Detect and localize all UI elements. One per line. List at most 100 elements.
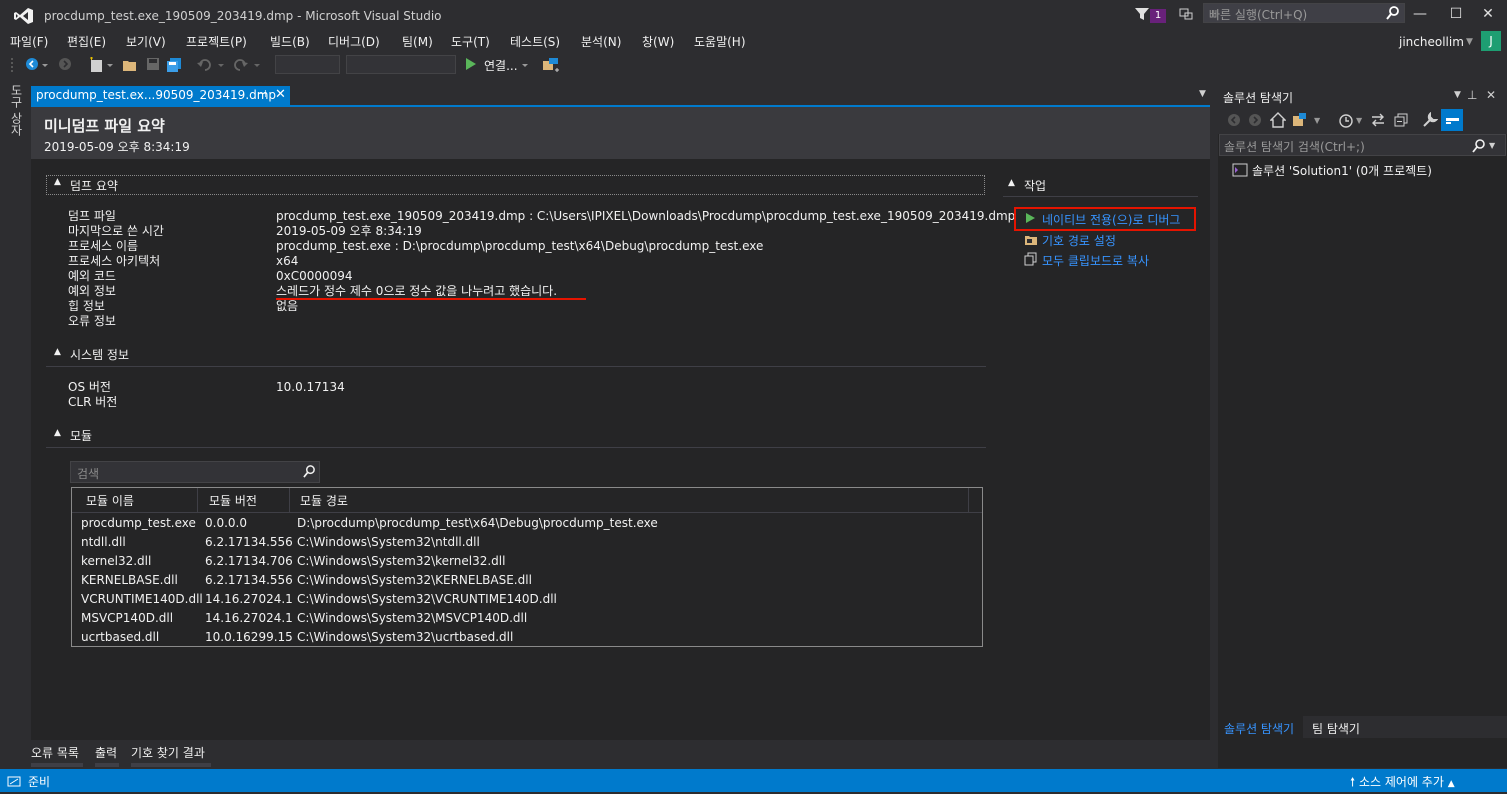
forward-icon[interactable] [1248, 113, 1262, 127]
avatar[interactable]: J [1481, 31, 1501, 51]
tab-team-explorer[interactable]: 팀 탐색기 [1312, 720, 1360, 737]
set-symbol-paths-link[interactable]: 기호 경로 설정 [1042, 232, 1116, 249]
save-all-icon[interactable] [166, 57, 182, 73]
undo-icon[interactable] [197, 57, 213, 71]
document-tab[interactable]: procdump_test.ex...90509_203419.dmp ⊣ ✕ [31, 86, 290, 106]
user-name[interactable]: jincheollim [1399, 35, 1464, 49]
attach-button[interactable]: 연결... [484, 57, 518, 74]
solution-explorer-search-input[interactable]: 솔루션 탐색기 검색(Ctrl+;) [1219, 134, 1506, 156]
folder-symbol-icon[interactable] [1024, 233, 1039, 247]
redo-dropdown-icon[interactable] [254, 57, 260, 71]
collapse-all-icon[interactable] [1393, 112, 1409, 128]
module-path-cell[interactable]: C:\Windows\System32\ucrtbased.dll [297, 630, 513, 644]
close-icon[interactable]: ✕ [275, 87, 286, 102]
dump-summary-header-focus[interactable] [46, 175, 985, 195]
properties-icon[interactable] [1422, 112, 1438, 128]
module-version-cell[interactable]: 14.16.27024.1 [205, 592, 293, 606]
menu-file[interactable]: 파일(F) [10, 33, 48, 50]
copy-icon[interactable] [1024, 252, 1038, 266]
solution-platform-select[interactable] [346, 55, 456, 74]
column-header-module-name[interactable]: 모듈 이름 [86, 492, 134, 509]
column-header-module-path[interactable]: 모듈 경로 [300, 492, 348, 509]
pin-icon[interactable]: ⊥ [1467, 88, 1477, 102]
chevron-down-icon[interactable]: ▼ [1466, 37, 1473, 47]
chevron-down-icon[interactable]: ▼ [1314, 116, 1320, 125]
copy-all-to-clipboard-link[interactable]: 모두 클립보드로 복사 [1042, 252, 1149, 269]
open-folder-icon[interactable] [122, 57, 138, 73]
switch-views-icon[interactable] [1292, 112, 1310, 128]
module-name-cell[interactable]: MSVCP140D.dll [81, 611, 173, 625]
home-icon[interactable] [1270, 112, 1286, 128]
module-version-cell[interactable]: 6.2.17134.556 [205, 573, 293, 587]
module-version-cell[interactable]: 14.16.27024.1 [205, 611, 293, 625]
module-search-input[interactable]: 검색 [70, 461, 320, 483]
module-name-cell[interactable]: KERNELBASE.dll [81, 573, 178, 587]
collapse-icon[interactable]: ▲ [1008, 178, 1015, 188]
module-version-cell[interactable]: 6.2.17134.556 [205, 535, 293, 549]
module-version-cell[interactable]: 0.0.0.0 [205, 516, 247, 530]
notification-badge[interactable]: 1 [1150, 9, 1166, 23]
menu-view[interactable]: 보기(V) [126, 33, 166, 50]
module-path-cell[interactable]: D:\procdump\procdump_test\x64\Debug\proc… [297, 516, 658, 530]
tab-solution-explorer[interactable]: 솔루션 탐색기 [1224, 720, 1294, 737]
feedback-icon[interactable] [1178, 6, 1194, 22]
save-icon[interactable] [146, 57, 160, 71]
pin-icon[interactable]: ⊣ [258, 89, 267, 100]
redo-icon[interactable] [232, 57, 248, 71]
chevron-down-icon[interactable]: ▼ [1356, 116, 1362, 125]
module-name-cell[interactable]: ntdll.dll [81, 535, 126, 549]
column-divider[interactable] [197, 488, 198, 512]
chevron-down-icon[interactable]: ▼ [1489, 141, 1495, 150]
start-debug-icon[interactable] [465, 57, 477, 71]
module-name-cell[interactable]: ucrtbased.dll [81, 630, 159, 644]
menu-analyze[interactable]: 분석(N) [581, 33, 621, 50]
collapse-icon[interactable]: ▲ [54, 428, 61, 438]
tab-output[interactable]: 출력 [95, 744, 117, 761]
document-list-dropdown-icon[interactable]: ▼ [1199, 89, 1206, 99]
minimize-button[interactable]: — [1403, 4, 1437, 26]
quick-launch-input[interactable]: 빠른 실행(Ctrl+Q) [1203, 3, 1405, 23]
sync-icon[interactable] [1370, 112, 1386, 128]
play-icon[interactable] [1025, 212, 1036, 224]
menu-project[interactable]: 프로젝트(P) [186, 33, 247, 50]
column-header-module-version[interactable]: 모듈 버전 [209, 492, 257, 509]
solution-configuration-select[interactable] [275, 55, 340, 74]
module-version-cell[interactable]: 6.2.17134.706 [205, 554, 293, 568]
close-icon[interactable]: ✕ [1486, 88, 1496, 102]
add-to-source-control-button[interactable]: 🠕 소스 제어에 추가 ▲ [1350, 773, 1455, 794]
search-icon[interactable] [303, 465, 316, 478]
pending-changes-filter-icon[interactable] [1338, 112, 1354, 128]
menu-window[interactable]: 창(W) [642, 33, 674, 50]
menu-edit[interactable]: 편집(E) [67, 33, 106, 50]
menu-test[interactable]: 테스트(S) [510, 33, 560, 50]
tab-find-symbol-results[interactable]: 기호 찾기 결과 [131, 744, 205, 761]
preview-selected-items-button[interactable] [1441, 109, 1463, 131]
module-version-cell[interactable]: 10.0.16299.15 [205, 630, 293, 644]
toolbox-tab[interactable]: 도구 상자 [9, 84, 25, 138]
menu-debug[interactable]: 디버그(D) [328, 33, 380, 50]
module-path-cell[interactable]: C:\Windows\System32\MSVCP140D.dll [297, 611, 527, 625]
back-icon[interactable] [1227, 113, 1241, 127]
solution-node[interactable]: 솔루션 'Solution1' (0개 프로젝트) [1252, 162, 1432, 179]
new-project-icon[interactable] [88, 57, 104, 73]
toolbar-extra-icon[interactable] [542, 57, 560, 73]
module-name-cell[interactable]: kernel32.dll [81, 554, 151, 568]
search-icon[interactable] [1472, 139, 1486, 153]
maximize-button[interactable]: ☐ [1439, 4, 1473, 26]
back-icon[interactable] [25, 57, 39, 71]
close-button[interactable]: ✕ [1471, 4, 1505, 26]
column-divider[interactable] [289, 488, 290, 512]
tab-error-list[interactable]: 오류 목록 [31, 744, 79, 761]
undo-dropdown-icon[interactable] [218, 57, 224, 71]
notification-filter-icon[interactable] [1135, 7, 1149, 21]
new-dropdown-icon[interactable] [107, 57, 113, 71]
menu-help[interactable]: 도움말(H) [694, 33, 746, 50]
collapse-icon[interactable]: ▲ [54, 177, 61, 187]
module-path-cell[interactable]: C:\Windows\System32\ntdll.dll [297, 535, 480, 549]
search-icon[interactable] [1386, 6, 1400, 20]
collapse-icon[interactable]: ▲ [54, 347, 61, 357]
module-path-cell[interactable]: C:\Windows\System32\KERNELBASE.dll [297, 573, 532, 587]
module-name-cell[interactable]: procdump_test.exe [81, 516, 196, 530]
menu-build[interactable]: 빌드(B) [270, 33, 310, 50]
module-path-cell[interactable]: C:\Windows\System32\VCRUNTIME140D.dll [297, 592, 557, 606]
